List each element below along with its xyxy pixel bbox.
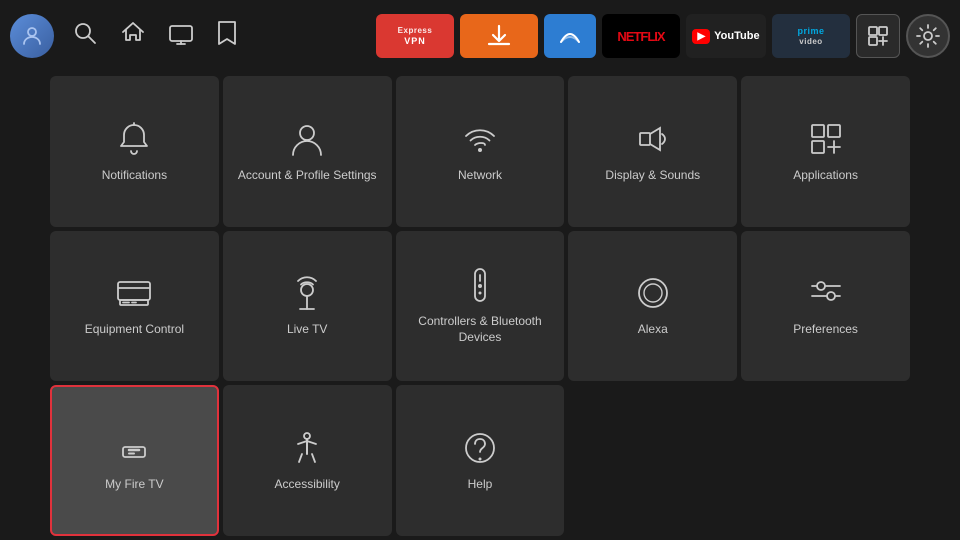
remote-icon bbox=[461, 266, 499, 304]
top-nav: Express VPN NETFLIX ▶ YouTube p bbox=[0, 0, 960, 72]
accessibility-icon bbox=[288, 429, 326, 467]
grid-item-controllers[interactable]: Controllers & Bluetooth Devices bbox=[396, 231, 565, 382]
alexa-label: Alexa bbox=[638, 322, 668, 338]
app-grid-button[interactable] bbox=[856, 14, 900, 58]
livetv-label: Live TV bbox=[287, 322, 327, 338]
tv-equipment-icon bbox=[115, 274, 153, 312]
wifi-icon bbox=[461, 120, 499, 158]
bell-icon bbox=[115, 120, 153, 158]
search-icon[interactable] bbox=[68, 16, 102, 56]
grid-item-accessibility[interactable]: Accessibility bbox=[223, 385, 392, 536]
grid-item-myfiretv[interactable]: My Fire TV bbox=[50, 385, 219, 536]
home-icon[interactable] bbox=[116, 16, 150, 56]
controllers-label: Controllers & Bluetooth Devices bbox=[404, 314, 557, 345]
avatar[interactable] bbox=[10, 14, 54, 58]
settings-button[interactable] bbox=[906, 14, 950, 58]
grid-empty-2 bbox=[741, 385, 910, 536]
accessibility-label: Accessibility bbox=[275, 477, 340, 493]
settings-grid: Notifications Account & Profile Settings… bbox=[0, 72, 960, 540]
grid-item-network[interactable]: Network bbox=[396, 76, 565, 227]
youtube-logo: ▶ bbox=[692, 29, 710, 44]
sliders-icon bbox=[807, 274, 845, 312]
grid-item-help[interactable]: Help bbox=[396, 385, 565, 536]
app-youtube[interactable]: ▶ YouTube bbox=[686, 14, 766, 58]
tv-icon[interactable] bbox=[164, 16, 198, 56]
grid-empty-1 bbox=[568, 385, 737, 536]
help-icon bbox=[461, 429, 499, 467]
app-netflix[interactable]: NETFLIX bbox=[602, 14, 680, 58]
network-label: Network bbox=[458, 168, 502, 184]
grid-item-livetv[interactable]: Live TV bbox=[223, 231, 392, 382]
alexa-icon bbox=[634, 274, 672, 312]
app-expressvpn[interactable]: Express VPN bbox=[376, 14, 454, 58]
myfiretv-label: My Fire TV bbox=[105, 477, 163, 493]
grid-item-notifications[interactable]: Notifications bbox=[50, 76, 219, 227]
person-icon bbox=[288, 120, 326, 158]
app-downloader[interactable] bbox=[460, 14, 538, 58]
speaker-icon bbox=[634, 120, 672, 158]
grid-item-applications[interactable]: Applications bbox=[741, 76, 910, 227]
nav-left bbox=[10, 14, 242, 58]
grid-item-equipment[interactable]: Equipment Control bbox=[50, 231, 219, 382]
firetv-icon bbox=[115, 429, 153, 467]
netflix-label: NETFLIX bbox=[617, 29, 664, 44]
app-generic[interactable] bbox=[544, 14, 596, 58]
notifications-label: Notifications bbox=[102, 168, 167, 184]
bookmark-icon[interactable] bbox=[212, 16, 242, 56]
apps-icon bbox=[807, 120, 845, 158]
applications-label: Applications bbox=[793, 168, 858, 184]
help-label: Help bbox=[468, 477, 493, 493]
account-label: Account & Profile Settings bbox=[238, 168, 377, 184]
grid-item-alexa[interactable]: Alexa bbox=[568, 231, 737, 382]
antenna-icon bbox=[288, 274, 326, 312]
display-label: Display & Sounds bbox=[605, 168, 700, 184]
youtube-label: YouTube bbox=[714, 30, 759, 42]
apps-bar: Express VPN NETFLIX ▶ YouTube p bbox=[376, 14, 950, 58]
grid-item-display[interactable]: Display & Sounds bbox=[568, 76, 737, 227]
grid-item-account[interactable]: Account & Profile Settings bbox=[223, 76, 392, 227]
equipment-label: Equipment Control bbox=[85, 322, 184, 338]
app-prime[interactable]: prime video bbox=[772, 14, 850, 58]
preferences-label: Preferences bbox=[793, 322, 858, 338]
grid-item-preferences[interactable]: Preferences bbox=[741, 231, 910, 382]
